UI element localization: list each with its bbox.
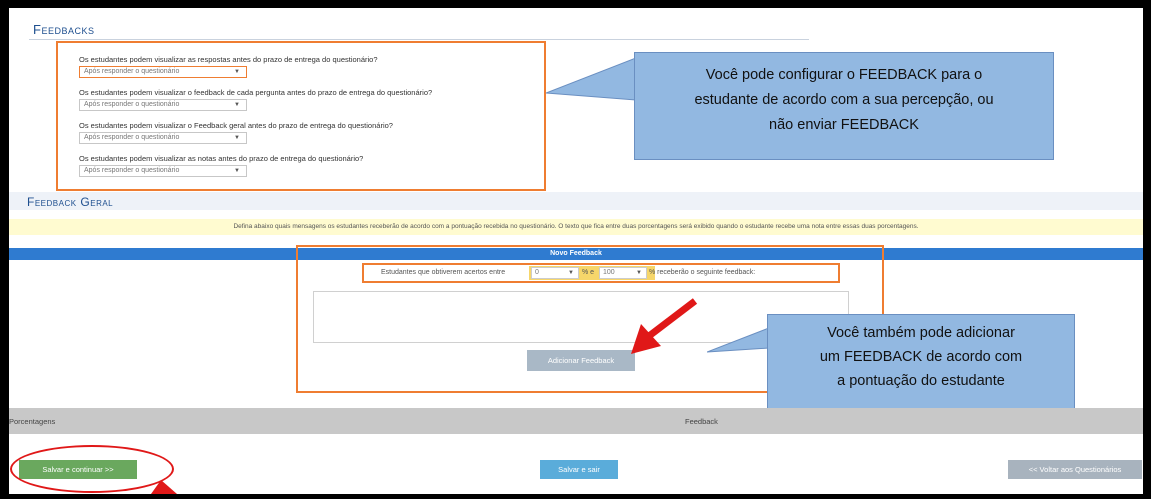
callout-line: um FEEDBACK de acordo com [819, 349, 1023, 365]
select-value: Após responder o questionário [84, 134, 180, 141]
callout-line: estudante de acordo com a sua percepção,… [694, 92, 994, 108]
chevron-down-icon: ▼ [234, 168, 240, 174]
add-feedback-button[interactable]: Adicionar Feedback [527, 350, 635, 371]
chevron-down-icon: ▼ [636, 270, 642, 276]
select-value: Após responder o questionário [84, 68, 180, 75]
column-header-feedback: Feedback [685, 417, 718, 426]
back-to-questionnaires-button[interactable]: << Voltar aos Questionários [1008, 460, 1142, 479]
select-value: 100 [603, 269, 615, 276]
question-label-3: Os estudantes podem visualizar o Feedbac… [79, 121, 393, 130]
feedback-table-header [9, 408, 1143, 434]
answers-visibility-select[interactable]: Após responder o questionário ▼ [79, 66, 247, 78]
range-between-text: % e [582, 269, 595, 276]
chevron-down-icon: ▼ [234, 69, 240, 75]
page-frame: Feedbacks Os estudantes podem visualizar… [9, 8, 1143, 494]
question-label-1: Os estudantes podem visualizar as respos… [79, 55, 378, 64]
range-prefix-text: Estudantes que obtiverem acertos entre [381, 269, 506, 276]
save-exit-button[interactable]: Salvar e sair [540, 460, 618, 479]
callout-line: não enviar FEEDBACK [769, 117, 919, 133]
grades-visibility-select[interactable]: Após responder o questionário ▼ [79, 165, 247, 177]
pointer-arrow-icon [631, 298, 698, 354]
chevron-down-icon: ▼ [568, 270, 574, 276]
feedbacks-section-title: Feedbacks [33, 22, 95, 37]
range-suffix-text: % receberão o seguinte feedback: [649, 269, 756, 276]
chevron-down-icon: ▼ [234, 135, 240, 141]
instructions-note: Defina abaixo quais mensagens os estudan… [9, 219, 1143, 235]
question-label-2: Os estudantes podem visualizar o feedbac… [79, 88, 433, 97]
general-feedback-title: Feedback Geral [27, 195, 114, 209]
range-to-select[interactable]: 100 ▼ [599, 267, 647, 279]
general-feedback-header [9, 192, 1143, 210]
pointer-arrow-icon [151, 480, 177, 494]
section-divider [29, 39, 809, 40]
question-label-4: Os estudantes podem visualizar as notas … [79, 154, 364, 163]
callout-line: Você também pode adicionar [827, 325, 1015, 341]
select-value: 0 [535, 269, 539, 276]
chevron-down-icon: ▼ [234, 102, 240, 108]
callout-line: Você pode configurar o FEEDBACK para o [705, 67, 983, 83]
callout-pointer [546, 57, 637, 101]
range-from-select[interactable]: 0 ▼ [531, 267, 579, 279]
general-feedback-visibility-select[interactable]: Após responder o questionário ▼ [79, 132, 247, 144]
tip-callout-feedback-config: Você pode configurar o FEEDBACK para o e… [634, 52, 1054, 160]
column-header-percentages: Porcentagens [9, 417, 56, 426]
select-value: Após responder o questionário [84, 167, 180, 174]
select-value: Após responder o questionário [84, 101, 180, 108]
callout-pointer [707, 327, 770, 353]
tip-callout-score-feedback: Você também pode adicionar um FEEDBACK d… [767, 314, 1075, 416]
question-feedback-visibility-select[interactable]: Após responder o questionário ▼ [79, 99, 247, 111]
callout-line: a pontuação do estudante [837, 373, 1005, 389]
